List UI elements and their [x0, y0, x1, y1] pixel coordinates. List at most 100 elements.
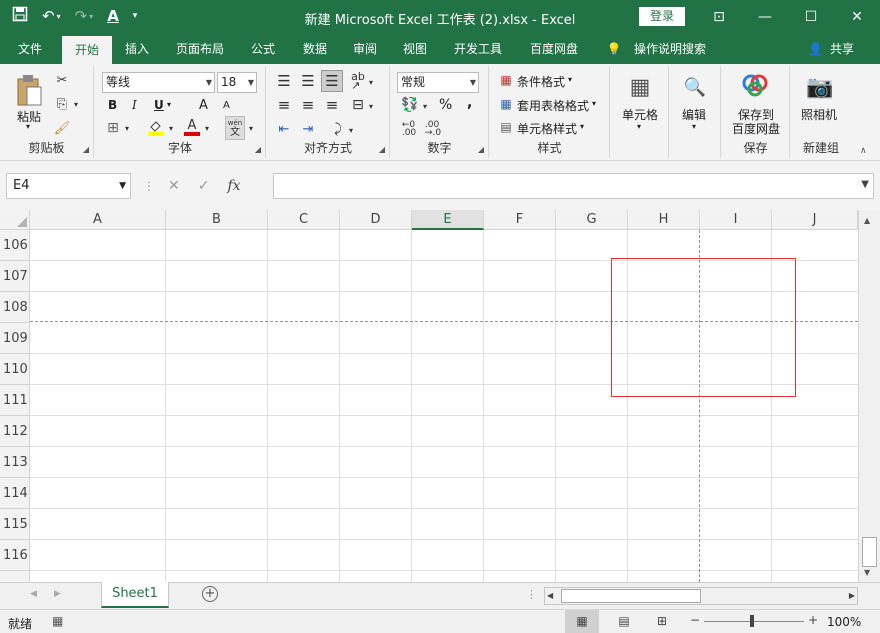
- font-color-dropdown-icon[interactable]: ▾: [203, 122, 211, 134]
- login-button[interactable]: 登录: [639, 7, 685, 26]
- fill-color-icon[interactable]: [147, 118, 165, 136]
- conditional-format-icon[interactable]: ▦: [498, 72, 514, 88]
- horizontal-scroll-thumb[interactable]: [561, 589, 701, 603]
- align-middle-icon[interactable]: ☰: [299, 72, 317, 90]
- ribbon-display-icon[interactable]: ⊡: [696, 0, 742, 34]
- worksheet-grid[interactable]: A B C D E F G H I J 106 107 108 109 110 …: [0, 210, 880, 582]
- zoom-slider-thumb[interactable]: [750, 615, 754, 627]
- decrease-decimal-icon[interactable]: .00 →.0: [423, 120, 443, 138]
- tab-baidu-disk[interactable]: 百度网盘: [522, 34, 586, 64]
- row-header-112[interactable]: 112: [0, 416, 30, 447]
- column-header-i[interactable]: I: [700, 210, 772, 230]
- merge-center-icon[interactable]: ⊟: [349, 96, 367, 114]
- cell-styles-button[interactable]: 单元格样式: [517, 120, 577, 137]
- align-right-icon[interactable]: ≡: [323, 96, 341, 114]
- increase-decimal-icon[interactable]: ←0.00: [399, 120, 419, 138]
- scroll-down-icon[interactable]: ▼: [864, 568, 870, 577]
- alignment-launcher-icon[interactable]: ◢: [379, 145, 385, 154]
- format-as-table-icon[interactable]: ▦: [498, 96, 514, 112]
- font-color-icon[interactable]: A: [183, 118, 201, 136]
- copy-dropdown-icon[interactable]: ▾: [72, 98, 80, 110]
- camera-icon[interactable]: 📷: [805, 72, 835, 102]
- format-as-table-button[interactable]: 套用表格格式: [517, 97, 589, 114]
- row-header-108[interactable]: 108: [0, 292, 30, 323]
- name-box[interactable]: E4 ▼: [6, 173, 131, 199]
- find-search-icon[interactable]: 🔍: [680, 72, 710, 102]
- grow-font-button[interactable]: A: [199, 98, 208, 113]
- share-button[interactable]: 共享: [822, 34, 862, 64]
- comma-style-button[interactable]: ,: [467, 95, 472, 111]
- column-header-g[interactable]: G: [556, 210, 628, 230]
- cell-styles-dropdown-icon[interactable]: ▾: [580, 122, 584, 131]
- bold-button[interactable]: B: [108, 98, 117, 112]
- tab-page-layout[interactable]: 页面布局: [168, 34, 232, 64]
- macro-record-icon[interactable]: ▦: [52, 614, 63, 628]
- conditional-format-dropdown-icon[interactable]: ▾: [568, 75, 572, 84]
- sheet-next-icon[interactable]: ▶: [54, 589, 61, 599]
- row-header-116[interactable]: 116: [0, 540, 30, 571]
- column-header-e[interactable]: E: [412, 210, 484, 230]
- expand-formula-bar-icon[interactable]: ▼: [861, 179, 869, 190]
- underline-dropdown-icon[interactable]: ▾: [167, 100, 171, 109]
- orientation-dropdown-icon[interactable]: ▾: [367, 76, 375, 88]
- collapse-ribbon-icon[interactable]: ∧: [860, 146, 867, 156]
- minimize-icon[interactable]: —: [742, 0, 788, 34]
- conditional-format-button[interactable]: 条件格式: [517, 73, 565, 90]
- accounting-dropdown-icon[interactable]: ▾: [421, 100, 429, 112]
- zoom-level[interactable]: 100%: [827, 615, 861, 629]
- tab-view[interactable]: 视图: [394, 34, 436, 64]
- tab-split-handle-icon[interactable]: ⋮: [526, 588, 537, 601]
- select-all-corner[interactable]: [0, 210, 30, 230]
- zoom-out-icon[interactable]: −: [690, 613, 700, 627]
- insert-function-button[interactable]: fx: [227, 178, 240, 194]
- cells-icon[interactable]: ▦: [625, 72, 655, 102]
- horizontal-scrollbar[interactable]: ◀ ▶: [544, 587, 858, 605]
- accounting-format-icon[interactable]: 💱: [399, 96, 421, 114]
- borders-dropdown-icon[interactable]: ▾: [123, 122, 131, 134]
- editing-button[interactable]: 编辑: [682, 106, 706, 123]
- merge-dropdown-icon[interactable]: ▾: [367, 100, 375, 112]
- maximize-icon[interactable]: ☐: [788, 0, 834, 34]
- number-launcher-icon[interactable]: ◢: [478, 145, 484, 154]
- align-bottom-icon[interactable]: ☰: [321, 70, 343, 92]
- row-header-109[interactable]: 109: [0, 323, 30, 354]
- underline-button[interactable]: U: [154, 98, 164, 112]
- tab-review[interactable]: 审阅: [344, 34, 386, 64]
- phonetic-dropdown-icon[interactable]: ▾: [247, 122, 255, 134]
- tab-home[interactable]: 开始: [62, 36, 112, 64]
- row-header-114[interactable]: 114: [0, 478, 30, 509]
- column-header-h[interactable]: H: [628, 210, 700, 230]
- column-header-a[interactable]: A: [30, 210, 166, 230]
- row-header-117-partial[interactable]: [0, 571, 30, 582]
- increase-indent-icon[interactable]: ⇥: [299, 120, 317, 138]
- row-header-113[interactable]: 113: [0, 447, 30, 478]
- column-header-b[interactable]: B: [166, 210, 268, 230]
- tell-me-search[interactable]: 操作说明搜索: [628, 34, 712, 64]
- scroll-right-icon[interactable]: ▶: [849, 591, 855, 600]
- font-name-select[interactable]: 等线 ▼: [102, 72, 215, 93]
- cut-icon[interactable]: ✂: [54, 72, 70, 88]
- paste-icon[interactable]: [12, 72, 46, 110]
- camera-button[interactable]: 照相机: [801, 106, 837, 123]
- vertical-scroll-thumb[interactable]: [862, 537, 877, 567]
- wrap-text-icon[interactable]: ⤸: [329, 120, 347, 138]
- font-launcher-icon[interactable]: ◢: [255, 145, 261, 154]
- column-header-d[interactable]: D: [340, 210, 412, 230]
- shrink-font-button[interactable]: A: [223, 100, 230, 111]
- tab-developer[interactable]: 开发工具: [446, 34, 510, 64]
- format-painter-icon[interactable]: 🖌: [54, 120, 71, 136]
- number-format-select[interactable]: 常规 ▼: [397, 72, 479, 93]
- normal-view-icon[interactable]: ▦: [565, 610, 599, 633]
- tab-file[interactable]: 文件: [8, 34, 52, 64]
- phonetic-guide-icon[interactable]: wén 文: [225, 116, 245, 140]
- format-as-table-dropdown-icon[interactable]: ▾: [592, 99, 596, 108]
- close-icon[interactable]: ✕: [834, 0, 880, 34]
- scroll-left-icon[interactable]: ◀: [547, 591, 553, 600]
- row-header-110[interactable]: 110: [0, 354, 30, 385]
- sheet-tab-sheet1[interactable]: Sheet1: [101, 582, 169, 608]
- fill-color-dropdown-icon[interactable]: ▾: [167, 122, 175, 134]
- zoom-in-icon[interactable]: +: [808, 613, 818, 627]
- wrap-dropdown-icon[interactable]: ▾: [347, 124, 355, 136]
- paste-dropdown-icon[interactable]: ▾: [26, 122, 30, 131]
- align-center-icon[interactable]: ≡: [299, 96, 317, 114]
